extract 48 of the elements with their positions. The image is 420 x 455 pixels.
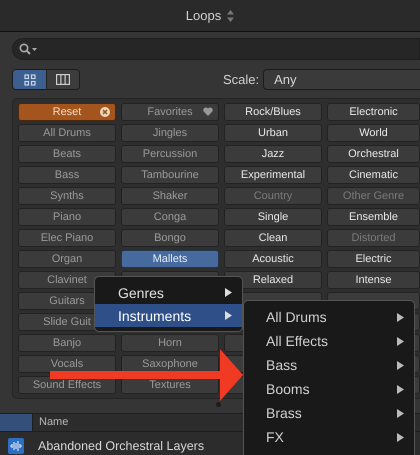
scale-popup[interactable]: Any [263,69,420,90]
keyword-button[interactable]: Urban [224,124,322,142]
submenu-arrow-icon [225,288,232,297]
column-header[interactable] [0,414,33,431]
submenu-arrow-icon [225,311,232,320]
scroll-indicator [216,402,221,407]
search-icon [19,43,39,55]
menu-item[interactable]: Bass [244,353,414,377]
loop-name[interactable]: Abandoned Orchestral Layers [38,439,204,453]
keyword-button[interactable]: Cinematic [327,166,420,184]
keyword-button[interactable]: Rock/Blues [224,103,322,121]
keyword-button[interactable]: Orchestral [327,145,420,163]
submenu-arrow-icon [397,336,404,346]
heart-icon [203,107,213,116]
submenu-arrow-icon [397,408,404,418]
clear-icon [100,107,110,117]
up-down-icon[interactable] [227,10,234,22]
menu-item[interactable]: Booms [244,377,414,401]
keyword-button[interactable]: Mallets [121,250,219,268]
columns-icon [56,74,70,85]
keyword-button[interactable]: World [327,124,420,142]
keyword-button[interactable]: Jazz [224,145,322,163]
menu-item[interactable]: Brass [244,401,414,425]
keyword-button[interactable]: Experimental [224,166,322,184]
menu-item[interactable]: FX [244,425,414,449]
keyword-button[interactable]: Single [224,208,322,226]
keyword-button[interactable]: Clean [224,229,322,247]
grid-icon [24,74,36,86]
view-mode-button[interactable] [46,70,79,89]
menu-item[interactable]: All Effects [244,329,414,353]
scale-label: Scale: [223,72,260,87]
window-title[interactable]: Loops [186,8,222,23]
keyword-button[interactable]: Electric [327,250,420,268]
waveform-icon [8,438,24,454]
submenu-arrow-icon [397,360,404,370]
reset-button[interactable]: Reset [18,103,116,121]
keyword-button[interactable]: Ensemble [327,208,420,226]
column-header[interactable]: Name [33,414,68,431]
keyword-button[interactable]: Intense [327,271,420,289]
view-mode-button[interactable] [13,70,46,89]
menu-item[interactable]: Instruments [95,304,242,327]
submenu-arrow-icon [397,432,404,442]
keyword-button[interactable]: Acoustic [224,250,322,268]
menu-item[interactable]: All Drums [244,305,414,329]
search-field[interactable] [12,38,420,60]
submenu-arrow-icon [397,384,404,394]
submenu-arrow-icon [397,312,404,322]
keyword-button[interactable]: Electronic [327,103,420,121]
